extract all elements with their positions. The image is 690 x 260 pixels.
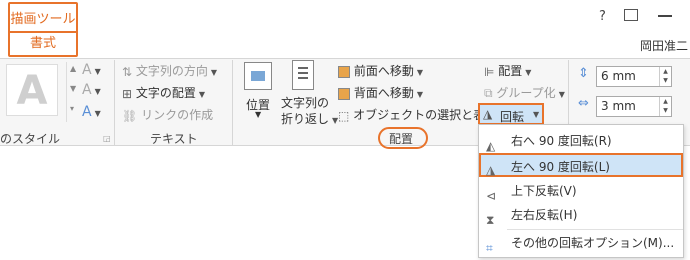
bring-forward-label: 前面へ移動 xyxy=(353,64,414,78)
send-backward-label: 背面へ移動 xyxy=(353,86,414,100)
ribbon-display-options-icon[interactable] xyxy=(624,9,638,21)
group-label: グループ化 xyxy=(496,86,556,100)
selection-pane-icon: ⬚ xyxy=(338,108,350,123)
text-direction-icon: ⇅ xyxy=(122,64,133,79)
wrap-text-icon[interactable] xyxy=(292,60,314,90)
rotate-button[interactable]: ◮ 回転 ▼ xyxy=(478,103,544,125)
selection-pane-button[interactable]: ⬚ オブジェクトの選択と表示 xyxy=(338,106,497,123)
shape-width-field[interactable]: 3 mm ▲ ▼ xyxy=(596,96,672,117)
text-outline-icon[interactable]: A ▼ xyxy=(82,82,101,98)
selection-pane-label: オブジェクトの選択と表示 xyxy=(353,108,498,122)
create-link-button[interactable]: ⛓ リンクの作成 xyxy=(122,106,213,123)
rotate-icon: ◮ xyxy=(483,107,493,121)
align-text-button[interactable]: ⊞ 文字の配置 ▼ xyxy=(122,84,205,101)
position-caret-icon: ▼ xyxy=(255,110,262,119)
flip-horizontal-item[interactable]: ⧗ 左右反転(H) xyxy=(479,203,683,227)
drawing-tools-title: 描画ツール xyxy=(10,12,76,27)
send-backward-icon xyxy=(338,87,350,100)
link-icon: ⛓ xyxy=(122,108,138,123)
position-icon[interactable] xyxy=(244,62,272,90)
arrange-group-label: 配置 xyxy=(389,132,414,146)
format-tab[interactable]: 書式 xyxy=(10,31,76,53)
rotate-left-item[interactable]: ◮ 左へ 90 度回転(L) xyxy=(479,153,683,177)
text-effects-icon[interactable]: A ▼ xyxy=(82,104,101,120)
align-label: 配置 xyxy=(498,64,523,78)
rotate-right-item[interactable]: ◭ 右へ 90 度回転(R) xyxy=(479,129,683,153)
align-button[interactable]: ⊫ 配置 ▼ xyxy=(484,62,531,79)
rotate-label: 回転 xyxy=(500,110,525,124)
flip-horizontal-icon: ⧗ xyxy=(486,213,495,227)
wrap-text-label-1[interactable]: 文字列の xyxy=(281,94,329,111)
dialog-launcher-icon[interactable]: ◲ xyxy=(103,134,111,143)
help-button[interactable]: ? xyxy=(599,9,606,24)
shape-height-field[interactable]: 6 mm ▲ ▼ xyxy=(596,66,672,87)
text-group-label: テキスト xyxy=(150,132,198,146)
align-icon: ⊫ xyxy=(484,64,495,79)
text-direction-label: 文字列の方向 xyxy=(135,64,208,78)
rotate-left-icon: ◮ xyxy=(486,163,496,177)
rotate-options-icon: ⌗ xyxy=(486,241,493,255)
text-direction-button[interactable]: ⇅ 文字列の方向 ▼ xyxy=(122,62,217,79)
menu-separator xyxy=(507,229,683,230)
shape-width-icon: ⇔ xyxy=(578,96,589,111)
shape-height-icon: ⇕ xyxy=(578,66,589,81)
title-bar xyxy=(0,0,690,58)
wordart-styles-label: のスタイル xyxy=(0,132,61,146)
height-spinner-icon[interactable]: ▲ ▼ xyxy=(659,67,671,86)
group-icon: ⧉ xyxy=(484,86,493,100)
bring-forward-icon xyxy=(338,65,350,78)
user-name[interactable]: 岡田准二 xyxy=(640,37,688,54)
bring-forward-button[interactable]: 前面へ移動 ▼ xyxy=(338,62,423,79)
gallery-more-icon[interactable]: ▾ xyxy=(70,104,74,113)
flip-vertical-icon: ⊲ xyxy=(486,189,497,203)
shape-width-value: 3 mm xyxy=(601,99,636,113)
group-button[interactable]: ⧉ グループ化 ▼ xyxy=(484,84,565,101)
align-text-label: 文字の配置 xyxy=(135,86,196,100)
create-link-label: リンクの作成 xyxy=(141,108,214,122)
text-fill-icon[interactable]: A ▼ xyxy=(82,62,101,78)
rotate-menu: ◭ 右へ 90 度回転(R) ◮ 左へ 90 度回転(L) ⊲ 上下反転(V) … xyxy=(478,124,684,258)
more-rotation-options-item[interactable]: ⌗ その他の回転オプション(M)... xyxy=(479,231,683,255)
shape-height-value: 6 mm xyxy=(601,69,636,83)
gallery-scroll-down-icon[interactable]: ▼ xyxy=(70,84,76,93)
wordart-style-gallery[interactable]: A xyxy=(6,64,58,116)
width-spinner-icon[interactable]: ▲ ▼ xyxy=(659,97,671,116)
wrap-text-label-2[interactable]: 折り返し ▼ xyxy=(281,110,338,127)
gallery-scroll-up-icon[interactable]: ▲ xyxy=(70,64,76,73)
gallery-scroll-divider xyxy=(66,62,67,122)
send-backward-button[interactable]: 背面へ移動 ▼ xyxy=(338,84,423,101)
align-text-icon: ⊞ xyxy=(122,86,133,101)
minimize-button[interactable] xyxy=(658,15,672,17)
flip-vertical-item[interactable]: ⊲ 上下反転(V) xyxy=(479,179,683,203)
rotate-right-icon: ◭ xyxy=(486,139,496,153)
